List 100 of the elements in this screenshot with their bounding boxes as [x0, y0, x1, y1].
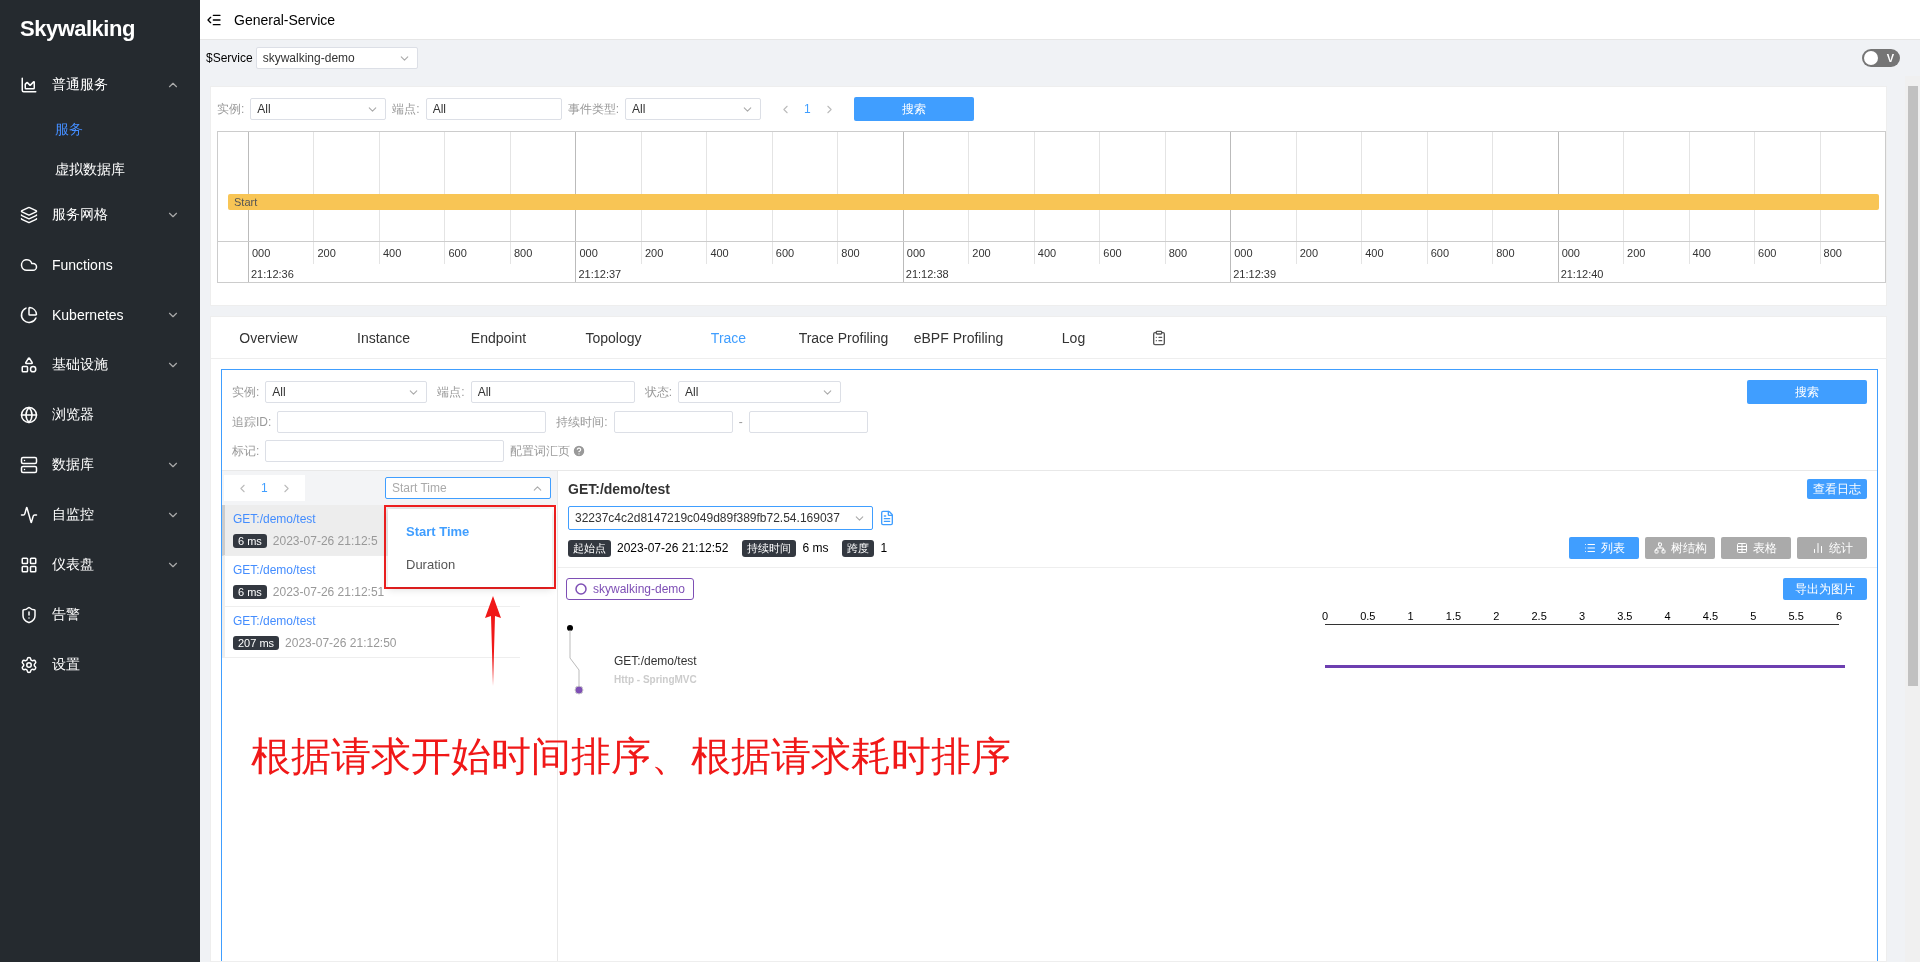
nav-item[interactable]: 仪表盘 [0, 540, 200, 590]
stat-value: 6 ms [802, 541, 829, 555]
time-label: 21:12:37 [577, 267, 623, 280]
help-icon[interactable] [572, 444, 587, 458]
filter-label: 实例: [232, 383, 260, 401]
tab[interactable]: Trace Profiling [786, 329, 901, 346]
max-duration-input[interactable] [748, 411, 868, 433]
trace-title: GET:/demo/test [568, 481, 670, 497]
instance-select[interactable]: All [265, 381, 428, 403]
filter-label: 持续时间: [556, 413, 608, 431]
span-name: GET:/demo/test [614, 654, 698, 668]
time-label: 21:12:39 [1232, 267, 1278, 280]
nav-subitem[interactable]: 服务 [0, 110, 200, 150]
nav-subitem[interactable]: 虚拟数据库 [0, 150, 200, 190]
tick-label: 400 [1361, 242, 1427, 264]
tick-label: 600 [1426, 242, 1493, 264]
stat-value: 2023-07-26 21:12:52 [617, 541, 729, 555]
filter-label: 实例: [217, 100, 245, 118]
nav-item[interactable]: 普通服务 [0, 60, 200, 110]
activity-icon [20, 506, 38, 524]
tab[interactable]: eBPF Profiling [901, 329, 1016, 346]
min-duration-input[interactable] [613, 411, 733, 433]
nav-item[interactable]: 数据库 [0, 440, 200, 490]
tags-input[interactable] [265, 440, 505, 462]
tab[interactable]: Topology [556, 329, 671, 346]
page-title: General-Service [234, 11, 336, 28]
nav-item[interactable]: 基础设施 [0, 340, 200, 390]
tick-label: 800 [1819, 242, 1886, 264]
server-icon [20, 456, 38, 474]
tick-label: 800 [1492, 242, 1558, 264]
tick-label: 800 [837, 242, 903, 264]
filter-select[interactable]: All [250, 98, 387, 120]
nav-item[interactable]: Kubernetes [0, 290, 200, 340]
filter-input[interactable]: All [425, 98, 562, 120]
tick-label: 400 [1033, 242, 1100, 264]
tick-label: 600 [1754, 242, 1820, 264]
list-icon [1583, 542, 1596, 554]
shield-alert-icon [20, 606, 38, 624]
circle-icon [575, 583, 587, 595]
nav-item[interactable]: 告警 [0, 590, 200, 640]
filter-select[interactable]: All [625, 98, 762, 120]
service-chip: skywalking-demo [566, 578, 695, 600]
tab[interactable]: Instance [326, 329, 441, 346]
stat-value: 1 [880, 541, 888, 555]
service-label: $Service [206, 51, 253, 65]
trace-row[interactable]: GET:/demo/test 207 ms 2023-07-26 21:12:50 [222, 607, 520, 658]
time-label: 21:12:36 [250, 267, 295, 280]
tick-label: 600 [444, 242, 510, 264]
tick-label: 200 [313, 242, 379, 264]
tick-label: 400 [706, 242, 772, 264]
tick-label: 800 [509, 242, 576, 264]
filter-label: 状态: [644, 383, 673, 401]
stat-label: 持续时间 [742, 539, 797, 557]
tick-label: 400 [1688, 242, 1755, 264]
stat-label: 起始点 [568, 539, 611, 557]
filter-label: 标记: [232, 442, 260, 460]
tick-label: 200 [640, 242, 707, 264]
tick-label: 600 [1099, 242, 1165, 264]
nav-item[interactable]: Functions [0, 240, 200, 290]
endpoint-input[interactable]: All [470, 381, 635, 403]
service-select[interactable]: skywalking-demo [255, 47, 418, 69]
copy-icon[interactable] [879, 510, 895, 526]
annotation-text: 根据请求开始时间排序、根据请求耗时排序 [251, 733, 1011, 780]
stat-label: 跨度 [842, 539, 875, 557]
nav-item[interactable]: 自监控 [0, 490, 200, 540]
timeline-bar: Start [228, 194, 1879, 210]
logo: Skywalking [19, 15, 136, 43]
tick-label: 200 [968, 242, 1034, 264]
theme-switch[interactable]: V [1862, 49, 1900, 67]
time-label: 21:12:38 [904, 267, 950, 280]
tick-label: 000 [1233, 246, 1254, 261]
nav-item[interactable]: 设置 [0, 640, 200, 690]
tab[interactable]: Log [1016, 329, 1131, 346]
nav-item[interactable]: 服务网格 [0, 190, 200, 240]
trace-id-select[interactable]: 32237c4c2d8147219c049d89f389fb72.54.169037 [568, 506, 873, 530]
filter-label: 端点: [437, 383, 465, 401]
filter-label: 事件类型: [567, 100, 620, 118]
scrollbar-thumb[interactable] [1907, 86, 1918, 686]
status-select[interactable]: All [678, 381, 842, 403]
area-chart-icon [20, 76, 38, 94]
network-icon [1653, 542, 1666, 554]
trace-id-input[interactable] [277, 411, 547, 433]
tab[interactable]: Endpoint [441, 329, 556, 346]
tick-label: 000 [251, 246, 272, 261]
range-separator: - [738, 415, 743, 429]
tick-label: 400 [378, 242, 445, 264]
tick-label: 800 [1164, 242, 1231, 264]
cloud-icon [20, 256, 38, 274]
time-label: 21:12:40 [1559, 267, 1605, 280]
tab[interactable]: Overview [211, 329, 326, 346]
filter-label: 端点: [392, 100, 420, 118]
clipboard-icon[interactable] [1151, 329, 1167, 346]
bar-chart-icon [1811, 542, 1824, 554]
nav-item[interactable]: 浏览器 [0, 390, 200, 440]
settings-icon [20, 656, 38, 674]
tick-label: 200 [1623, 242, 1689, 264]
pie-chart-icon [20, 306, 38, 324]
globe-icon [20, 406, 38, 424]
tick-label: 000 [1560, 246, 1581, 261]
tick-label: 000 [578, 246, 599, 261]
